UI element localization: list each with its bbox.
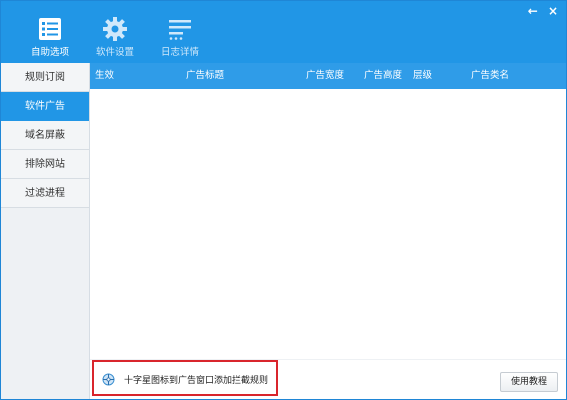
column-header-ad-height[interactable]: 广告高度 — [364, 63, 402, 89]
column-header-enabled[interactable]: 生效 — [95, 63, 114, 89]
sidebar: 规则订阅 软件广告 域名屏蔽 排除网站 过滤进程 — [1, 63, 90, 399]
tab-self-service[interactable]: 自助选项 — [19, 1, 81, 63]
close-icon[interactable]: × — [548, 4, 558, 18]
column-header-ad-title[interactable]: 广告标题 — [186, 63, 224, 89]
tab-label: 自助选项 — [30, 47, 69, 58]
tutorial-button[interactable]: 使用教程 — [500, 372, 558, 392]
tab-software-settings[interactable]: 软件设置 — [84, 1, 146, 63]
sidebar-item-filter-process[interactable]: 过滤进程 — [1, 179, 89, 208]
table-header: 生效 广告标题 广告宽度 广告高度 层级 广告类名 — [90, 63, 566, 89]
log-icon — [169, 20, 191, 40]
column-header-ad-classname[interactable]: 广告类名 — [471, 63, 509, 89]
crosshair-icon[interactable] — [102, 373, 115, 386]
crosshair-hint-text: 十字星图标到广告窗口添加拦截规则 — [124, 376, 269, 386]
sidebar-item-rule-subscription[interactable]: 规则订阅 — [1, 63, 89, 92]
column-header-level[interactable]: 层级 — [413, 63, 432, 89]
crosshair-hint-highlight: 十字星图标到广告窗口添加拦截规则 — [92, 360, 278, 396]
gear-icon — [103, 17, 127, 41]
tab-label: 日志详情 — [160, 47, 199, 58]
back-arrow-icon[interactable]: ← — [528, 4, 538, 18]
sidebar-item-exclude-sites[interactable]: 排除网站 — [1, 150, 89, 179]
footer-bar: 十字星图标到广告窗口添加拦截规则 使用教程 — [90, 359, 566, 399]
ad-rules-table-body[interactable] — [90, 89, 566, 359]
window-controls: ← × — [522, 4, 558, 18]
tab-label: 软件设置 — [95, 47, 134, 58]
sidebar-item-domain-block[interactable]: 域名屏蔽 — [1, 121, 89, 150]
top-navigation-bar: 自助选项 软件设置 日志详情 ← × — [1, 1, 566, 63]
main-window: 自助选项 软件设置 日志详情 ← × 规则订阅 软件广告 域名屏蔽 排除网站 过… — [0, 0, 567, 400]
column-header-ad-width[interactable]: 广告宽度 — [306, 63, 344, 89]
sidebar-item-software-ads[interactable]: 软件广告 — [1, 92, 89, 121]
tab-log-details[interactable]: 日志详情 — [149, 1, 211, 63]
checklist-icon — [39, 18, 61, 40]
